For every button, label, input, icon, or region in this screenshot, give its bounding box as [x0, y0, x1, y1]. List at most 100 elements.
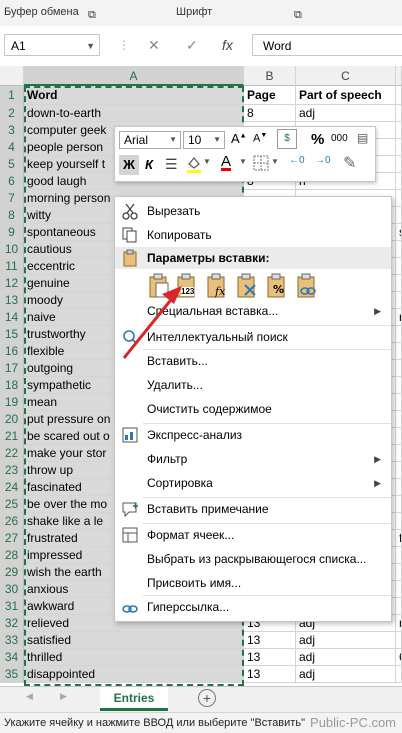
- increase-decimal-icon[interactable]: ←0: [289, 155, 305, 166]
- row-header[interactable]: 15: [0, 326, 24, 343]
- row-header[interactable]: 18: [0, 377, 24, 394]
- cancel-icon[interactable]: ✕: [148, 34, 160, 56]
- format-brush-icon[interactable]: ✎: [343, 153, 356, 173]
- formula-input[interactable]: Word: [252, 34, 402, 56]
- cell-22[interactable]: [396, 445, 402, 462]
- paste-option-values-icon[interactable]: 123: [175, 273, 201, 299]
- cell-5[interactable]: [396, 156, 402, 173]
- menu-item-insert-comment[interactable]: Вставить примечание: [115, 497, 391, 521]
- menu-item-format-cells[interactable]: Формат ячеек...: [115, 523, 391, 547]
- cell-c1[interactable]: Part of speech: [296, 86, 396, 105]
- row-header[interactable]: 26: [0, 513, 24, 530]
- cell-12[interactable]: [396, 275, 402, 292]
- increase-font-icon[interactable]: A▲: [231, 131, 247, 146]
- row-header[interactable]: 34: [0, 649, 24, 666]
- cell-7[interactable]: [396, 190, 402, 207]
- menu-item-hyperlink[interactable]: Гиперссылка...: [115, 595, 391, 619]
- cell-3[interactable]: [396, 122, 402, 139]
- menu-item-paste-special[interactable]: Специальная вставка... ▶: [115, 299, 391, 323]
- cell-11[interactable]: [396, 258, 402, 275]
- font-size-dropdown[interactable]: 10 ▼: [183, 131, 225, 149]
- cell-16[interactable]: [396, 343, 402, 360]
- cell-34[interactable]: 6: [396, 649, 402, 666]
- select-all-corner[interactable]: [0, 66, 24, 86]
- cell-c35[interactable]: adj: [296, 666, 396, 683]
- cell-8[interactable]: [396, 207, 402, 224]
- cell-24[interactable]: [396, 479, 402, 496]
- menu-item-delete[interactable]: Удалить...: [115, 373, 391, 397]
- decrease-font-icon[interactable]: A▼: [253, 132, 267, 145]
- row-header[interactable]: 9: [0, 224, 24, 241]
- cell-19[interactable]: [396, 394, 402, 411]
- next-sheet-icon[interactable]: ▶: [60, 691, 67, 702]
- bold-button[interactable]: Ж: [119, 155, 139, 175]
- menu-item-clear-contents[interactable]: Очистить содержимое: [115, 397, 391, 421]
- cell-10[interactable]: [396, 241, 402, 258]
- menu-item-define-name[interactable]: Присвоить имя...: [115, 571, 391, 595]
- menu-item-copy[interactable]: Копировать: [115, 223, 391, 247]
- name-box[interactable]: A1 ▼: [4, 34, 100, 56]
- cell-35[interactable]: [396, 666, 402, 683]
- menu-item-smart-lookup[interactable]: Интеллектуальный поиск: [115, 325, 391, 349]
- row-header[interactable]: 20: [0, 411, 24, 428]
- cell-30[interactable]: [396, 581, 402, 598]
- cell-4[interactable]: [396, 139, 402, 156]
- row-header[interactable]: 29: [0, 564, 24, 581]
- row-header[interactable]: 3: [0, 122, 24, 139]
- row-header[interactable]: 1: [0, 86, 24, 105]
- paste-option-paste-icon[interactable]: [147, 273, 171, 299]
- chevron-down-icon[interactable]: ▼: [86, 35, 95, 57]
- fill-color-icon[interactable]: [185, 155, 203, 173]
- row-header[interactable]: 11: [0, 258, 24, 275]
- menu-item-insert[interactable]: Вставить...: [115, 349, 391, 373]
- format-painter-icon[interactable]: ▤: [357, 131, 368, 145]
- decrease-decimal-icon[interactable]: →0: [315, 155, 331, 166]
- font-color-icon[interactable]: A: [221, 153, 231, 170]
- cell-21[interactable]: [396, 428, 402, 445]
- add-sheet-icon[interactable]: +: [198, 689, 216, 707]
- cell-33[interactable]: [396, 632, 402, 649]
- row-header[interactable]: 6: [0, 173, 24, 190]
- row-header[interactable]: 13: [0, 292, 24, 309]
- cell-6[interactable]: [396, 173, 402, 190]
- row-header[interactable]: 31: [0, 598, 24, 615]
- row-header[interactable]: 25: [0, 496, 24, 513]
- cell-28[interactable]: [396, 547, 402, 564]
- enter-icon[interactable]: ✓: [186, 34, 198, 56]
- row-header[interactable]: 21: [0, 428, 24, 445]
- paste-option-link-icon[interactable]: [295, 273, 319, 299]
- row-header[interactable]: 2: [0, 105, 24, 122]
- row-header[interactable]: 10: [0, 241, 24, 258]
- row-header[interactable]: 7: [0, 190, 24, 207]
- align-center-icon[interactable]: ☰: [165, 156, 178, 173]
- cell-b1[interactable]: Page: [244, 86, 296, 105]
- row-header[interactable]: 28: [0, 547, 24, 564]
- cell-31[interactable]: [396, 598, 402, 615]
- chevron-down-icon[interactable]: ▼: [271, 157, 279, 166]
- chevron-down-icon[interactable]: ▼: [239, 157, 247, 166]
- row-header[interactable]: 32: [0, 615, 24, 632]
- paste-option-formatting-icon[interactable]: [235, 273, 259, 299]
- menu-item-cut[interactable]: Вырезать: [115, 199, 391, 223]
- row-header[interactable]: 16: [0, 343, 24, 360]
- cell-b33[interactable]: 13: [244, 632, 296, 649]
- cell-a35[interactable]: disappointed: [24, 666, 244, 683]
- cell-b2[interactable]: 8: [244, 105, 296, 122]
- menu-item-pick-from-list[interactable]: Выбрать из раскрывающегося списка...: [115, 547, 391, 571]
- menu-item-sort[interactable]: Сортировка ▶: [115, 471, 391, 495]
- cell-9[interactable]: s: [396, 224, 402, 241]
- cell-c33[interactable]: adj: [296, 632, 396, 649]
- cell-32[interactable]: r: [396, 615, 402, 632]
- row-header[interactable]: 17: [0, 360, 24, 377]
- cell-a34[interactable]: thrilled: [24, 649, 244, 666]
- paste-option-percent-icon[interactable]: %: [265, 273, 289, 299]
- cell-a2[interactable]: down-to-earth: [24, 105, 244, 122]
- row-header[interactable]: 33: [0, 632, 24, 649]
- row-header[interactable]: 12: [0, 275, 24, 292]
- cell-23[interactable]: [396, 462, 402, 479]
- row-header[interactable]: 4: [0, 139, 24, 156]
- cell-c2[interactable]: adj: [296, 105, 396, 122]
- cell-29[interactable]: [396, 564, 402, 581]
- cell-14[interactable]: r: [396, 309, 402, 326]
- cell-15[interactable]: [396, 326, 402, 343]
